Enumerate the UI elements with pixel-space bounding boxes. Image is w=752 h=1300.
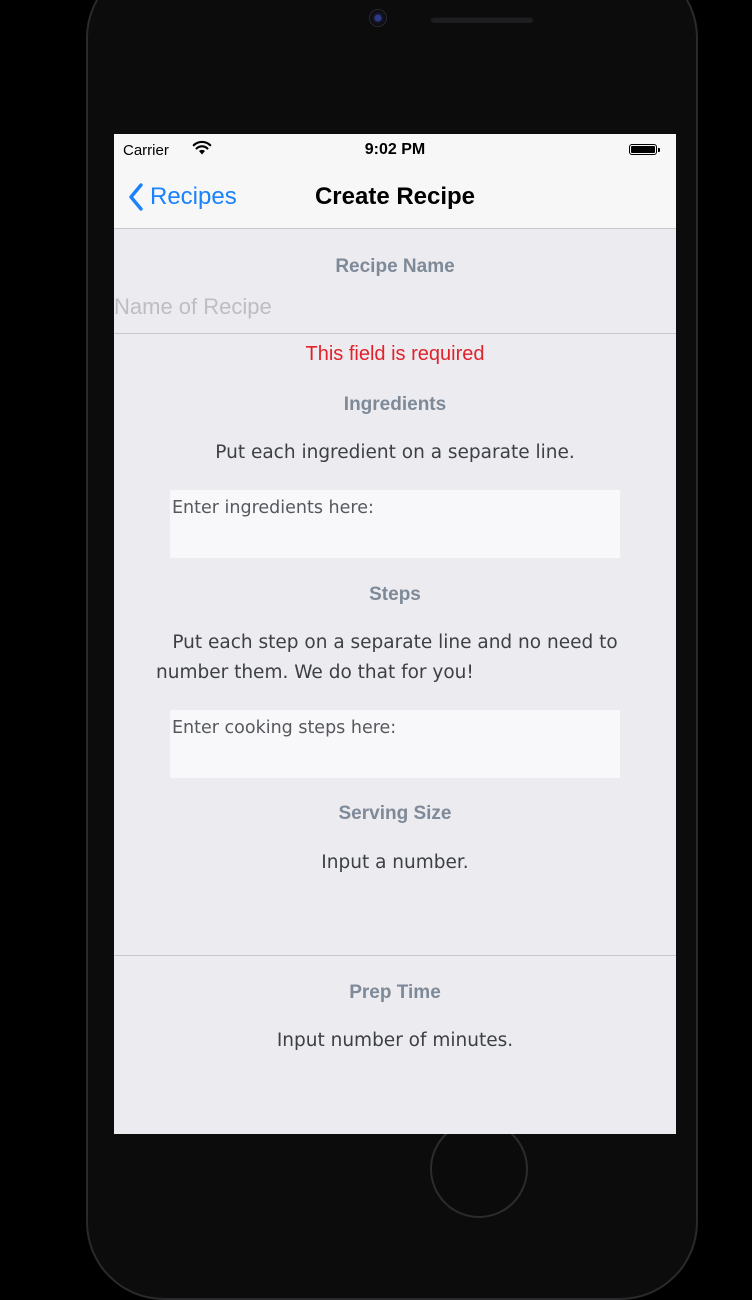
steps-label: Steps	[369, 584, 421, 605]
navigation-bar: Recipes Create Recipe	[114, 166, 676, 229]
ingredients-label: Ingredients	[343, 394, 447, 415]
prep-time-label: Prep Time	[349, 982, 441, 1003]
steps-help-line-2: number them. We do that for you!	[156, 662, 474, 683]
earpiece-speaker	[430, 16, 534, 23]
front-camera	[369, 9, 387, 27]
home-button[interactable]	[430, 1120, 528, 1218]
prep-time-help-text: Input number of minutes.	[276, 1030, 514, 1051]
serving-size-input[interactable]	[114, 894, 676, 954]
recipe-name-error: This field is required	[305, 343, 485, 365]
ingredients-input[interactable]	[170, 490, 620, 558]
status-time: 9:02 PM	[364, 141, 426, 158]
recipe-name-label: Recipe Name	[335, 256, 455, 277]
divider	[114, 333, 676, 334]
serving-size-help-text: Input a number.	[321, 852, 469, 873]
app-screen: Carrier 9:02 PM Recipes Create Recipe Re…	[114, 134, 676, 1134]
page-title: Create Recipe	[314, 183, 476, 210]
divider	[114, 955, 676, 956]
ingredients-help-text: Put each ingredient on a separate line.	[215, 442, 575, 463]
prep-time-input[interactable]	[114, 1070, 676, 1130]
status-bar: Carrier 9:02 PM	[114, 134, 676, 166]
battery-icon	[629, 144, 660, 155]
recipe-name-input[interactable]	[114, 282, 676, 332]
steps-help-line-1: Put each step on a separate line and no …	[172, 632, 618, 653]
steps-input[interactable]	[170, 710, 620, 778]
serving-size-label: Serving Size	[338, 803, 452, 824]
